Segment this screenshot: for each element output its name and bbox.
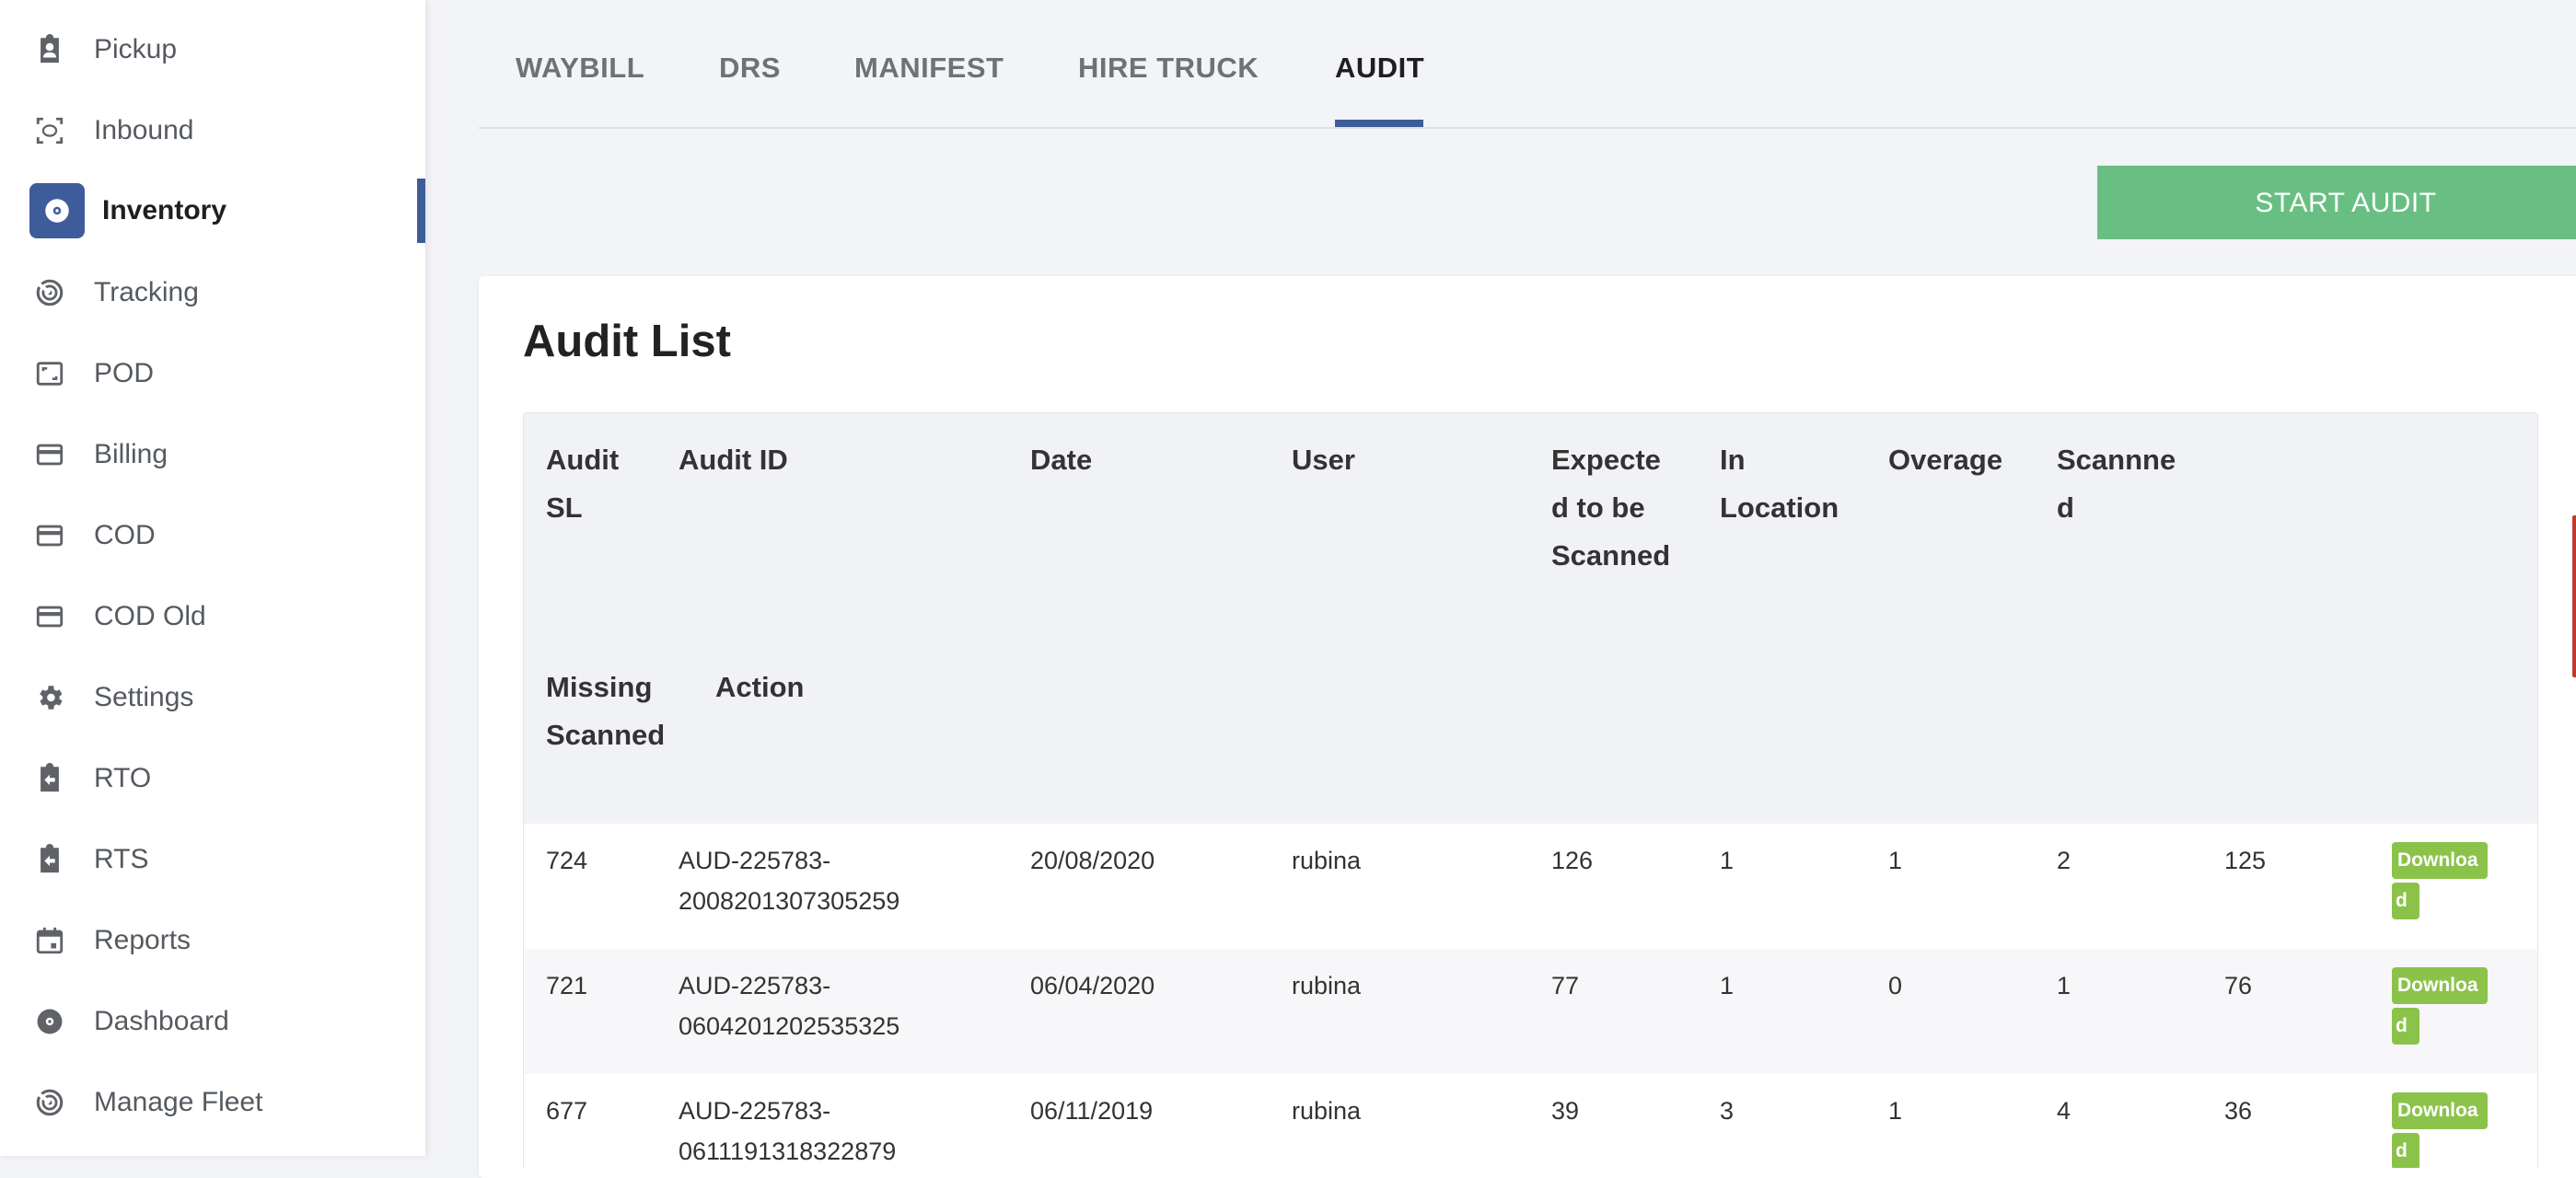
- sidebar-item-manage-fleet[interactable]: Manage Fleet: [0, 1075, 425, 1130]
- col-overage: Overage: [1888, 444, 2003, 476]
- sidebar-item-label: Inbound: [94, 115, 194, 145]
- sidebar-item-label: RTS: [94, 844, 149, 874]
- table-row: 721 AUD-225783- 0604201202535325 06/04/20…: [524, 949, 2537, 1074]
- tab-audit[interactable]: AUDIT: [1335, 52, 1424, 85]
- radar-icon: [31, 1084, 68, 1121]
- sidebar-item-label: Billing: [94, 439, 168, 469]
- sidebar-item-label: RTO: [94, 763, 152, 793]
- tab-drs[interactable]: DRS: [719, 52, 781, 85]
- cell-scanned: 1: [2057, 972, 2071, 999]
- cell-audit-sl: 724: [546, 847, 588, 874]
- scan-icon: [31, 112, 68, 149]
- col-user: User: [1292, 444, 1355, 476]
- cell-user: rubina: [1292, 972, 1362, 999]
- card-icon: [31, 598, 68, 635]
- image-frame-icon: [31, 355, 68, 392]
- table-row: 724 AUD-225783- 2008201307305259 20/08/20…: [524, 824, 2537, 949]
- cell-missing-scanned: 36: [2224, 1097, 2253, 1125]
- col-scanned: Scannne d: [2057, 444, 2176, 524]
- sidebar-item-cod-old[interactable]: COD Old: [0, 589, 425, 644]
- sidebar-item-dashboard[interactable]: Dashboard: [0, 994, 425, 1049]
- audit-table: Audit SL Audit ID Date User Expecte d to b…: [523, 412, 2538, 1168]
- col-in-location: In Location: [1720, 444, 1839, 524]
- side-drawer-tab[interactable]: [2572, 515, 2576, 677]
- cell-audit-id: AUD-225783- 0604201202535325: [679, 972, 900, 1040]
- sidebar-item-label: Dashboard: [94, 1006, 229, 1036]
- col-action: Action: [715, 671, 805, 703]
- cell-date: 06/11/2019: [1030, 1097, 1154, 1125]
- cell-audit-id: AUD-225783- 2008201307305259: [679, 847, 900, 915]
- download-button[interactable]: Downloa d: [2392, 842, 2488, 919]
- cell-user: rubina: [1292, 847, 1362, 874]
- sidebar-item-label: Inventory: [102, 195, 227, 225]
- active-indicator: [417, 179, 425, 243]
- tab-waybill[interactable]: WAYBILL: [516, 52, 644, 85]
- start-audit-button[interactable]: START AUDIT: [2097, 166, 2576, 239]
- tab-bar: WAYBILL DRS MANIFEST HIRE TRUCK AUDIT: [479, 0, 2576, 129]
- cell-date: 20/08/2020: [1030, 847, 1155, 874]
- calendar-icon: [31, 922, 68, 959]
- table-row: 677 AUD-225783- 0611191318322879 06/11/20…: [524, 1074, 2537, 1168]
- sidebar-item-settings[interactable]: Settings: [0, 670, 425, 725]
- clipboard-return-icon: [31, 760, 68, 797]
- clipboard-return-icon: [31, 841, 68, 878]
- sidebar-item-label: POD: [94, 358, 155, 388]
- cell-overage: 0: [1888, 972, 1903, 999]
- sidebar-item-label: Manage Fleet: [94, 1087, 263, 1117]
- cell-in-location: 1: [1720, 972, 1735, 999]
- sidebar-item-inbound[interactable]: Inbound: [0, 103, 425, 158]
- cell-audit-sl: 677: [546, 1097, 588, 1125]
- cell-audit-sl: 721: [546, 972, 588, 999]
- cell-expected: 126: [1551, 847, 1594, 874]
- tab-manifest[interactable]: MANIFEST: [854, 52, 1004, 85]
- sidebar-item-rts[interactable]: RTS: [0, 832, 425, 887]
- cell-scanned: 4: [2057, 1097, 2071, 1125]
- cell-in-location: 3: [1720, 1097, 1735, 1125]
- table-header: Audit SL Audit ID Date User Expecte d to b…: [524, 413, 2537, 824]
- page-title: Audit List: [523, 317, 731, 366]
- active-tab-underline: [1335, 120, 1423, 127]
- card-icon: [31, 436, 68, 473]
- gear-icon: [31, 679, 68, 716]
- cell-user: rubina: [1292, 1097, 1362, 1125]
- cell-scanned: 2: [2057, 847, 2071, 874]
- sidebar-item-billing[interactable]: Billing: [0, 427, 425, 482]
- sidebar-item-label: Tracking: [94, 277, 199, 307]
- disc-icon: [31, 1003, 68, 1040]
- cell-missing-scanned: 76: [2224, 972, 2253, 999]
- sidebar-item-cod[interactable]: COD: [0, 508, 425, 563]
- col-audit-sl: Audit SL: [546, 444, 620, 524]
- cell-in-location: 1: [1720, 847, 1735, 874]
- col-missing-scanned: Missing Scanned: [546, 671, 666, 751]
- col-date: Date: [1030, 444, 1093, 476]
- cell-expected: 77: [1551, 972, 1580, 999]
- sidebar-item-label: COD Old: [94, 601, 206, 631]
- col-expected-to-be-scanned: Expecte d to be Scanned: [1551, 444, 1671, 572]
- cell-missing-scanned: 125: [2224, 847, 2267, 874]
- col-audit-id: Audit ID: [679, 444, 788, 476]
- radar-icon: [31, 274, 68, 311]
- download-button[interactable]: Downloa d: [2392, 1092, 2488, 1168]
- sidebar-item-rto[interactable]: RTO: [0, 751, 425, 806]
- tab-hire-truck[interactable]: HIRE TRUCK: [1078, 52, 1259, 85]
- cell-audit-id: AUD-225783- 0611191318322879: [679, 1097, 897, 1165]
- sidebar-item-label: Reports: [94, 925, 191, 955]
- sidebar-item-label: COD: [94, 520, 156, 550]
- sidebar-item-label: Pickup: [94, 34, 178, 64]
- clipboard-user-icon: [31, 31, 68, 68]
- cell-overage: 1: [1888, 847, 1903, 874]
- sidebar-item-tracking[interactable]: Tracking: [0, 265, 425, 320]
- sidebar-item-pod[interactable]: POD: [0, 346, 425, 401]
- cell-expected: 39: [1551, 1097, 1580, 1125]
- sidebar: Pickup Inbound Inventory Tracking POD Bi…: [0, 0, 425, 1156]
- card-icon: [31, 517, 68, 554]
- sidebar-item-label: Settings: [94, 682, 194, 712]
- cell-overage: 1: [1888, 1097, 1903, 1125]
- cell-date: 06/04/2020: [1030, 972, 1155, 999]
- sidebar-item-reports[interactable]: Reports: [0, 913, 425, 968]
- sidebar-item-pickup[interactable]: Pickup: [0, 22, 425, 77]
- download-button[interactable]: Downloa d: [2392, 967, 2488, 1045]
- sidebar-item-inventory[interactable]: Inventory: [0, 179, 425, 243]
- inventory-disc-icon: [29, 183, 85, 238]
